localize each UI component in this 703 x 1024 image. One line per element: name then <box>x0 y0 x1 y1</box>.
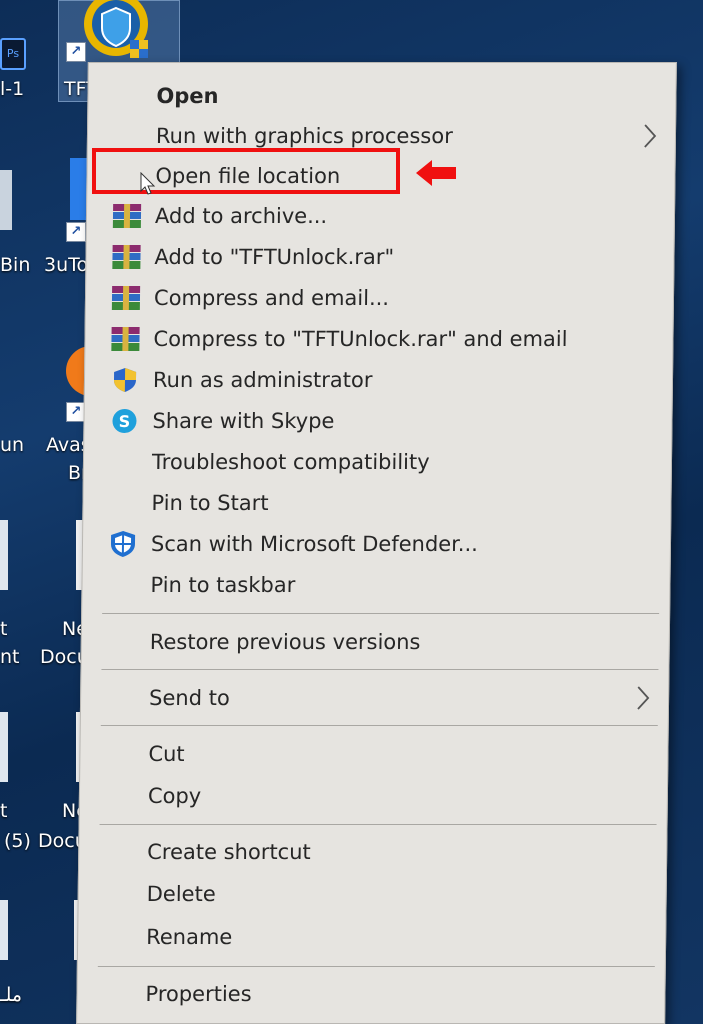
skype-icon: S <box>112 409 137 433</box>
winrar-icon <box>111 327 140 351</box>
shortcut-arrow-icon: ↗ <box>66 42 86 62</box>
menu-item-pin-to-taskbar[interactable]: Pin to taskbar <box>82 566 669 604</box>
menu-item-label: Run with graphics processor <box>155 124 453 148</box>
menu-item-label: Restore previous versions <box>149 630 421 654</box>
menu-item-compress-and-email[interactable]: Compress and email... <box>86 279 673 317</box>
menu-item-send-to[interactable]: Send to <box>81 679 668 717</box>
menu-item-pin-to-start[interactable]: Pin to Start <box>83 484 670 522</box>
winrar-icon <box>112 245 141 269</box>
menu-item-troubleshoot-compatibility[interactable]: Troubleshoot compatibility <box>84 443 671 481</box>
menu-item-label: Troubleshoot compatibility <box>151 450 430 474</box>
menu-item-label: Cut <box>148 742 185 766</box>
menu-item-label: Share with Skype <box>152 409 335 433</box>
document-icon[interactable] <box>0 712 8 782</box>
desktop-label-un[interactable]: un <box>0 434 24 456</box>
desktop-label-t[interactable]: t <box>0 618 7 640</box>
menu-item-open[interactable]: Open <box>88 77 675 115</box>
menu-separator <box>97 966 655 967</box>
menu-item-label: Create shortcut <box>147 840 311 864</box>
menu-item-add-to-rar[interactable]: Add to "TFTUnlock.rar" <box>86 238 673 276</box>
menu-item-label: Properties <box>145 982 252 1006</box>
menu-item-label: Delete <box>146 882 216 906</box>
chevron-right-icon <box>644 124 657 148</box>
menu-item-compress-to-rar-and-email[interactable]: Compress to "TFTUnlock.rar" and email <box>85 320 672 358</box>
recycle-bin-icon[interactable] <box>0 170 12 230</box>
menu-item-label: Open <box>156 84 219 108</box>
menu-item-delete[interactable]: Delete <box>78 875 665 913</box>
document-icon[interactable] <box>0 520 8 590</box>
menu-item-create-shortcut[interactable]: Create shortcut <box>79 833 666 871</box>
mouse-cursor-icon <box>140 172 156 195</box>
menu-item-restore-previous-versions[interactable]: Restore previous versions <box>82 623 669 661</box>
winrar-icon <box>111 286 141 310</box>
menu-item-label: Compress to "TFTUnlock.rar" and email <box>153 327 568 351</box>
desktop-label-1-1[interactable]: l-1 <box>0 78 24 100</box>
menu-item-scan-with-defender[interactable]: Scan with Microsoft Defender... <box>83 525 670 563</box>
menu-item-label: Run as administrator <box>152 368 373 392</box>
desktop-label-3uto[interactable]: 3uTo <box>44 254 88 276</box>
ps-icon-label: Ps <box>6 47 20 60</box>
uac-shield-icon <box>113 368 137 392</box>
menu-item-rename[interactable]: Rename <box>78 918 665 956</box>
menu-item-label: Add to "TFTUnlock.rar" <box>154 245 395 269</box>
desktop-label-5[interactable]: (5) <box>4 830 31 852</box>
winrar-icon <box>112 204 142 228</box>
desktop-label-nt[interactable]: nt <box>0 646 20 668</box>
menu-item-label: Scan with Microsoft Defender... <box>150 532 479 556</box>
menu-item-label: Pin to taskbar <box>150 573 296 597</box>
defender-icon <box>110 531 136 557</box>
highlight-box <box>92 148 400 194</box>
document-icon[interactable] <box>0 900 8 960</box>
menu-separator <box>100 725 658 726</box>
menu-separator <box>102 613 660 614</box>
menu-item-properties[interactable]: Properties <box>77 975 664 1013</box>
menu-item-label: Rename <box>146 925 233 949</box>
menu-item-label: Copy <box>147 784 202 808</box>
desktop-label-t2[interactable]: t <box>0 800 7 822</box>
menu-item-label: Add to archive... <box>154 204 328 228</box>
menu-item-cut[interactable]: Cut <box>80 735 667 773</box>
menu-item-run-as-administrator[interactable]: Run as administrator <box>85 361 672 399</box>
menu-item-label: Compress and email... <box>153 286 390 310</box>
menu-separator <box>101 669 659 670</box>
menu-item-add-to-archive[interactable]: Add to archive... <box>87 197 674 235</box>
desktop-label-arabic[interactable]: ملـ <box>0 984 22 1006</box>
menu-item-label: Pin to Start <box>151 491 269 515</box>
photoshop-icon[interactable]: Ps <box>0 38 26 70</box>
svg-text:S: S <box>119 412 131 431</box>
chevron-right-icon <box>637 686 650 710</box>
desktop-label-bin[interactable]: Bin <box>0 254 30 276</box>
context-menu: Open Run with graphics processor Open fi… <box>76 62 677 1024</box>
menu-item-label: Send to <box>148 686 230 710</box>
menu-separator <box>99 824 657 825</box>
shortcut-arrow-icon: ↗ <box>66 222 86 242</box>
red-arrow-icon <box>416 160 456 186</box>
menu-item-share-with-skype[interactable]: S Share with Skype <box>84 402 671 440</box>
menu-item-copy[interactable]: Copy <box>80 777 667 815</box>
